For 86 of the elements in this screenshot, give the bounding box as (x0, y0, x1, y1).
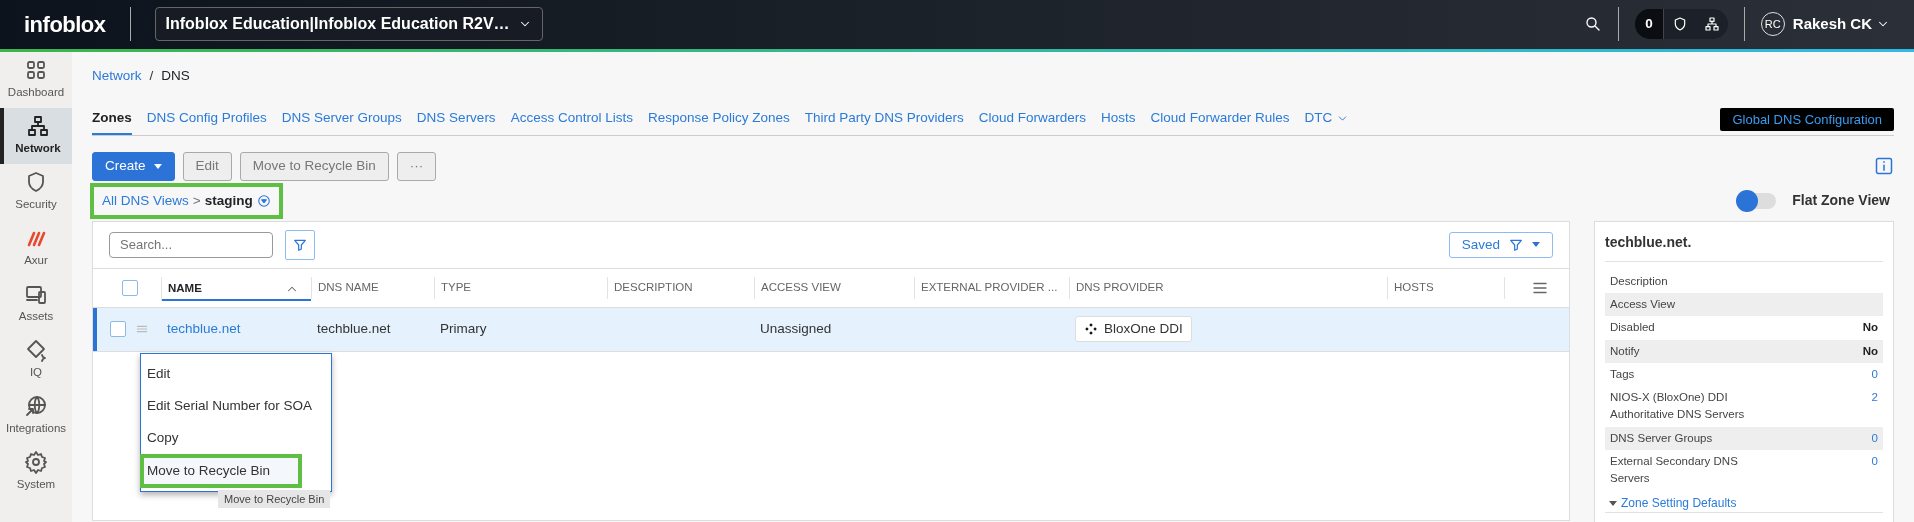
section-toggle[interactable]: Zone Setting Defaults (1621, 494, 1737, 513)
detail-label: DNS Server Groups (1610, 430, 1713, 446)
detail-label: NIOS-X (BloxOne) DDI Authoritative DNS Servers (1610, 390, 1746, 423)
logo[interactable]: infoblox (24, 7, 106, 41)
tab[interactable]: Hosts (1101, 102, 1136, 136)
detail-label: Disabled (1610, 320, 1655, 336)
sidebar-item[interactable]: Integrations (0, 387, 72, 444)
notification-count[interactable]: 0 (1635, 9, 1664, 40)
table-cell-text: Primary (440, 320, 487, 339)
breadcrumb-link[interactable]: Network (92, 65, 142, 86)
toolbar-button[interactable]: ··· (396, 152, 437, 181)
tab[interactable]: DNS Server Groups (281, 102, 402, 136)
view-path-link[interactable]: All DNS Views (102, 190, 189, 211)
column-header[interactable]: HOSTS (1394, 279, 1434, 297)
network-icon (26, 114, 50, 139)
table-cell-text: techblue.net (317, 320, 391, 339)
menu-item[interactable]: Edit (141, 357, 331, 390)
filter-button[interactable] (285, 229, 315, 260)
breadcrumb-separator: / (149, 66, 154, 85)
column-header[interactable]: DNS PROVIDER (1076, 279, 1164, 297)
sidebar-item[interactable]: System (0, 443, 72, 500)
menu-item[interactable]: Edit Serial Number for SOA (141, 390, 331, 423)
menu-item[interactable]: Copy (141, 422, 331, 455)
zone-name-link[interactable]: techblue.net (167, 319, 241, 340)
detail-count-link[interactable]: 2 (1871, 389, 1878, 424)
sidebar-item[interactable]: IQ (0, 331, 72, 388)
globe-icon (24, 394, 48, 419)
search-field[interactable]: Search... (109, 231, 273, 258)
user-menu[interactable]: Rakesh CK (1792, 13, 1890, 36)
flat-zone-toggle[interactable] (1738, 192, 1777, 209)
column-header[interactable]: NAME (168, 280, 202, 298)
tab[interactable]: Cloud Forwarders (978, 102, 1087, 136)
column-header[interactable]: DESCRIPTION (614, 279, 693, 297)
caret-icon (1609, 500, 1617, 506)
network-icon[interactable] (1703, 16, 1720, 33)
provider-tag: BloxOne DDI (1075, 316, 1192, 343)
dropdown-circle-icon[interactable] (256, 193, 271, 208)
detail-count-link[interactable]: 0 (1871, 452, 1878, 488)
menu-item[interactable]: Move to Recycle Bin (141, 454, 301, 487)
account-selector[interactable]: Infoblox Education|Infoblox Education R2V… (154, 7, 543, 42)
sidebar-item[interactable]: Axur (0, 219, 72, 276)
detail-label: Tags (1610, 366, 1635, 382)
toolbar-button[interactable]: Create (92, 152, 175, 181)
tab[interactable]: Response Policy Zones (647, 102, 790, 136)
global-config-button[interactable]: Global DNS Configuration (1720, 107, 1894, 132)
detail-value: No (1862, 320, 1878, 336)
sidebar-item[interactable]: Dashboard (0, 51, 72, 108)
column-header[interactable]: DNS NAME (318, 279, 379, 297)
detail-label: External Secondary DNS Servers (1610, 453, 1739, 486)
detail-label: Description (1610, 273, 1668, 289)
row-checkbox[interactable] (110, 321, 126, 338)
tab[interactable]: Cloud Forwarder Rules (1150, 102, 1290, 136)
detail-count-link[interactable]: 0 (1871, 429, 1878, 447)
toolbar-button[interactable]: Edit (182, 152, 232, 181)
table-row[interactable]: techblue.net techblue.net Primary Unassigned BloxOne DDI (93, 307, 1569, 352)
toolbar-button[interactable]: Move to Recycle Bin (239, 152, 389, 181)
view-path-current: staging (204, 191, 253, 210)
caret-icon (153, 163, 162, 169)
tab[interactable]: DNS Servers (416, 102, 496, 136)
tab[interactable]: DNS Config Profiles (146, 102, 267, 136)
info-icon[interactable] (1874, 156, 1894, 177)
table-cell-text: Unassigned (760, 320, 832, 339)
sidebar-item[interactable]: Network (0, 107, 72, 164)
column-header[interactable]: ACCESS VIEW (761, 279, 841, 297)
breadcrumb-current: DNS (161, 66, 190, 85)
tab[interactable]: Access Control Lists (510, 102, 633, 136)
caret-icon (1532, 242, 1540, 248)
panel-title: techblue.net. (1605, 231, 1883, 262)
detail-value: No (1862, 343, 1878, 359)
saved-filter-button[interactable]: Saved (1448, 231, 1553, 258)
sidebar-item[interactable]: Assets (0, 275, 72, 332)
view-path-separator: > (192, 191, 201, 210)
detail-count-link[interactable]: 0 (1871, 365, 1878, 383)
select-all-checkbox[interactable] (122, 279, 138, 296)
detail-label: Notify (1610, 343, 1640, 359)
sidebar-item[interactable]: Security (0, 163, 72, 220)
tab[interactable]: DTC (1304, 102, 1350, 136)
column-header[interactable]: TYPE (441, 279, 472, 297)
sparkle-diamond-icon (24, 338, 48, 363)
gear-icon (24, 450, 48, 475)
tab[interactable]: Third Party DNS Providers (804, 102, 964, 136)
column-header[interactable]: EXTERNAL PROVIDER ... (921, 279, 1058, 297)
diamond-cluster-icon (1084, 322, 1098, 337)
toggle-label: Flat Zone View (1792, 191, 1890, 211)
tab[interactable]: Zones (92, 102, 132, 136)
detail-label: Access View (1610, 297, 1675, 312)
